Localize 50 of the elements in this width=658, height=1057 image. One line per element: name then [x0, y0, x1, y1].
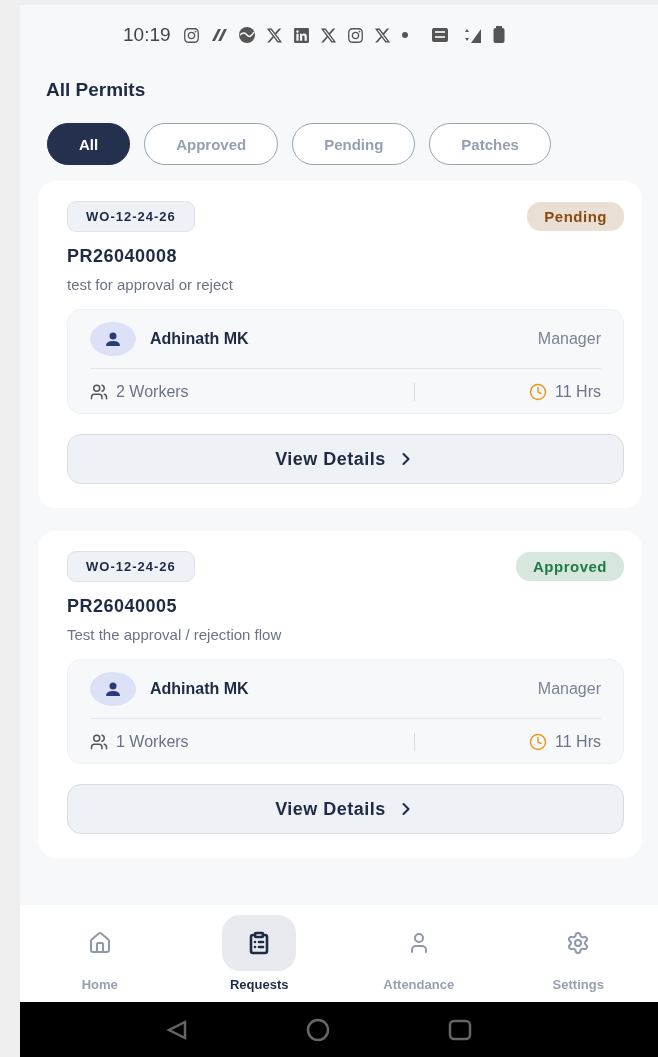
permit-description: test for approval or reject: [67, 276, 234, 293]
dot-icon: [400, 31, 409, 39]
person-name: Adhinath MK: [150, 680, 249, 698]
workers-count: 2 Workers: [116, 383, 189, 401]
permit-id: PR26040005: [67, 596, 179, 617]
work-order-tag: WO-12-24-26: [67, 551, 195, 582]
permit-id: PR26040008: [67, 246, 179, 267]
home-circle-icon[interactable]: [306, 1017, 330, 1042]
page-title: All Permits: [46, 79, 147, 101]
instagram-icon: [346, 26, 364, 44]
clock-icon: [529, 383, 548, 401]
permit-description: Test the approval / rejection flow: [67, 626, 283, 643]
app-icon: [209, 27, 228, 43]
x-logo-icon: [265, 26, 283, 44]
workers-count: 1 Workers: [116, 733, 189, 751]
settings-icon: [566, 931, 591, 955]
avatar-icon: [90, 672, 136, 706]
nav-item[interactable]: Settings: [498, 905, 658, 1002]
battery-icon: [492, 26, 505, 44]
filter-tab[interactable]: Patches: [429, 123, 551, 165]
instagram-icon: [182, 26, 200, 44]
duration: 11 Hrs: [555, 733, 601, 751]
view-details-button[interactable]: View Details: [67, 784, 624, 834]
status-time: 10:19: [123, 24, 171, 46]
x-logo-icon: [319, 26, 337, 44]
person-name: Adhinath MK: [150, 330, 249, 348]
home-icon: [87, 931, 112, 955]
x-logo-icon: [373, 26, 391, 44]
filter-tab[interactable]: Approved: [144, 123, 279, 165]
linkedin-icon: [292, 26, 310, 44]
work-order-tag: WO-12-24-26: [67, 201, 195, 232]
status-badge: Approved: [516, 552, 624, 581]
clock-icon: [529, 733, 548, 751]
status-badge: Pending: [527, 202, 624, 231]
people-icon: [90, 383, 108, 401]
nav-item[interactable]: Attendance: [339, 905, 499, 1002]
volte-icon: [430, 27, 449, 43]
app-icon: [237, 26, 256, 44]
view-details-button[interactable]: View Details: [67, 434, 624, 484]
avatar-icon: [90, 322, 136, 356]
nav-item[interactable]: Home: [20, 905, 180, 1002]
person-role: Manager: [537, 680, 601, 698]
filter-tab[interactable]: All: [47, 123, 131, 165]
person-role: Manager: [537, 330, 601, 348]
back-icon[interactable]: [166, 1018, 188, 1041]
people-icon: [90, 733, 108, 751]
nav-item[interactable]: Requests: [179, 905, 339, 1002]
recents-icon[interactable]: [448, 1017, 472, 1042]
duration: 11 Hrs: [555, 383, 601, 401]
filter-tab[interactable]: Pending: [292, 123, 416, 165]
